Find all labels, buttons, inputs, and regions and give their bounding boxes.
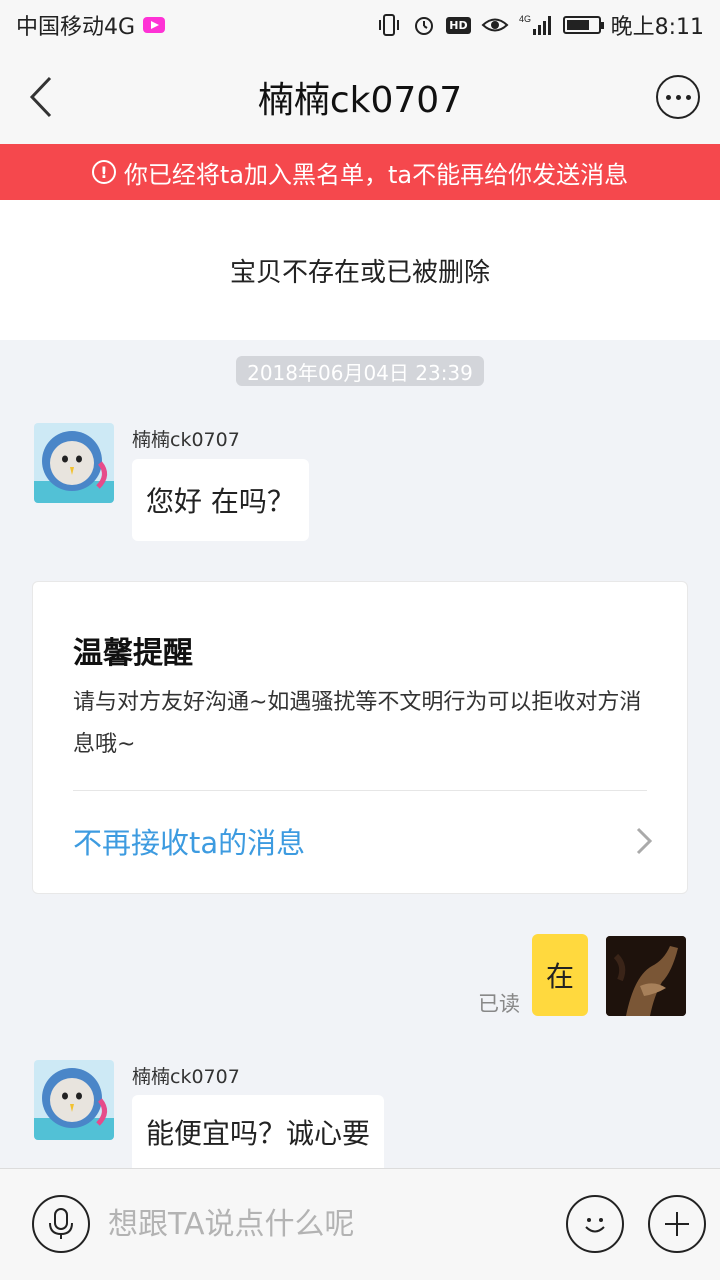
seal-avatar-icon xyxy=(34,1060,114,1140)
more-icon-dot xyxy=(675,94,681,100)
timestamp-badge: 2018年06月04日 23:39 xyxy=(236,356,484,386)
message-input[interactable] xyxy=(108,1195,538,1253)
more-icon xyxy=(665,94,671,100)
vibrate-icon xyxy=(376,12,402,38)
message-bubble-incoming[interactable]: 能便宜吗？诚心要 xyxy=(132,1095,385,1168)
plus-icon xyxy=(665,1212,689,1236)
video-app-icon xyxy=(141,12,167,38)
voice-button[interactable] xyxy=(32,1195,90,1253)
reminder-title: 温馨提醒 xyxy=(73,636,193,671)
network-type-label: 4G xyxy=(519,14,531,24)
alarm-icon xyxy=(412,13,436,37)
reminder-body: 请与对方友好沟通~如遇骚扰等不文明行为可以拒收对方消息哦~ xyxy=(73,690,642,757)
item-panel[interactable]: 宝贝不存在或已被删除 xyxy=(0,200,720,340)
input-bar xyxy=(0,1168,720,1280)
message-text: 您好 在吗？ xyxy=(146,485,295,518)
warning-icon: ! xyxy=(91,160,116,184)
signal-icon: 4G xyxy=(519,13,553,37)
sender-name: 楠楠ck0707 xyxy=(132,1066,240,1088)
sender-name: 楠楠ck0707 xyxy=(132,429,240,451)
page-title: 楠楠ck0707 xyxy=(257,80,463,121)
avatar[interactable] xyxy=(34,423,114,503)
nav-bar: 楠楠ck0707 xyxy=(0,50,720,144)
carrier-label: 中国移动4G xyxy=(16,15,136,40)
more-icon-dot xyxy=(685,94,691,100)
self-avatar[interactable] xyxy=(606,936,686,1016)
status-right: HD 4G 晚上8:11 xyxy=(376,9,704,41)
back-button[interactable] xyxy=(28,72,68,122)
message-bubble-incoming[interactable]: 您好 在吗？ xyxy=(132,459,309,541)
reminder-card: 温馨提醒 请与对方友好沟通~如遇骚扰等不文明行为可以拒收对方消息哦~ 不再接收t… xyxy=(32,581,688,894)
item-status-text: 宝贝不存在或已被删除 xyxy=(229,257,490,288)
message-bubble-outgoing[interactable]: 在 xyxy=(532,934,588,1016)
eye-icon xyxy=(481,14,509,36)
battery-fill xyxy=(566,20,590,30)
status-left: 中国移动4G xyxy=(16,9,167,41)
back-arrow-icon xyxy=(29,76,52,118)
message-text: 在 xyxy=(545,960,574,993)
hd-icon: HD xyxy=(446,16,471,34)
battery-icon xyxy=(562,16,604,34)
photo-avatar-icon xyxy=(606,936,686,1016)
avatar[interactable] xyxy=(34,1060,114,1140)
seal-avatar-icon xyxy=(34,423,114,503)
message-text: 能便宜吗？诚心要 xyxy=(146,1116,371,1150)
more-actions-button[interactable] xyxy=(648,1195,706,1253)
microphone-icon xyxy=(49,1208,73,1239)
status-bar: 中国移动4G HD 4G 晚上8:11 xyxy=(0,0,720,50)
clock-label: 晚上8:11 xyxy=(610,15,704,40)
read-receipt: 已读 xyxy=(478,992,520,1016)
blacklist-text: 你已经将ta加入黑名单，ta不能再给你发送消息 xyxy=(123,160,629,189)
more-button[interactable] xyxy=(656,75,700,119)
emoji-button[interactable] xyxy=(566,1195,624,1253)
divider xyxy=(73,790,647,791)
emoji-icon xyxy=(585,1218,605,1233)
blacklist-banner: ! 你已经将ta加入黑名单，ta不能再给你发送消息 xyxy=(0,144,720,200)
block-messages-label: 不再接收ta的消息 xyxy=(73,826,306,860)
block-messages-link[interactable]: 不再接收ta的消息 xyxy=(73,806,655,876)
chevron-right-icon xyxy=(635,825,655,857)
